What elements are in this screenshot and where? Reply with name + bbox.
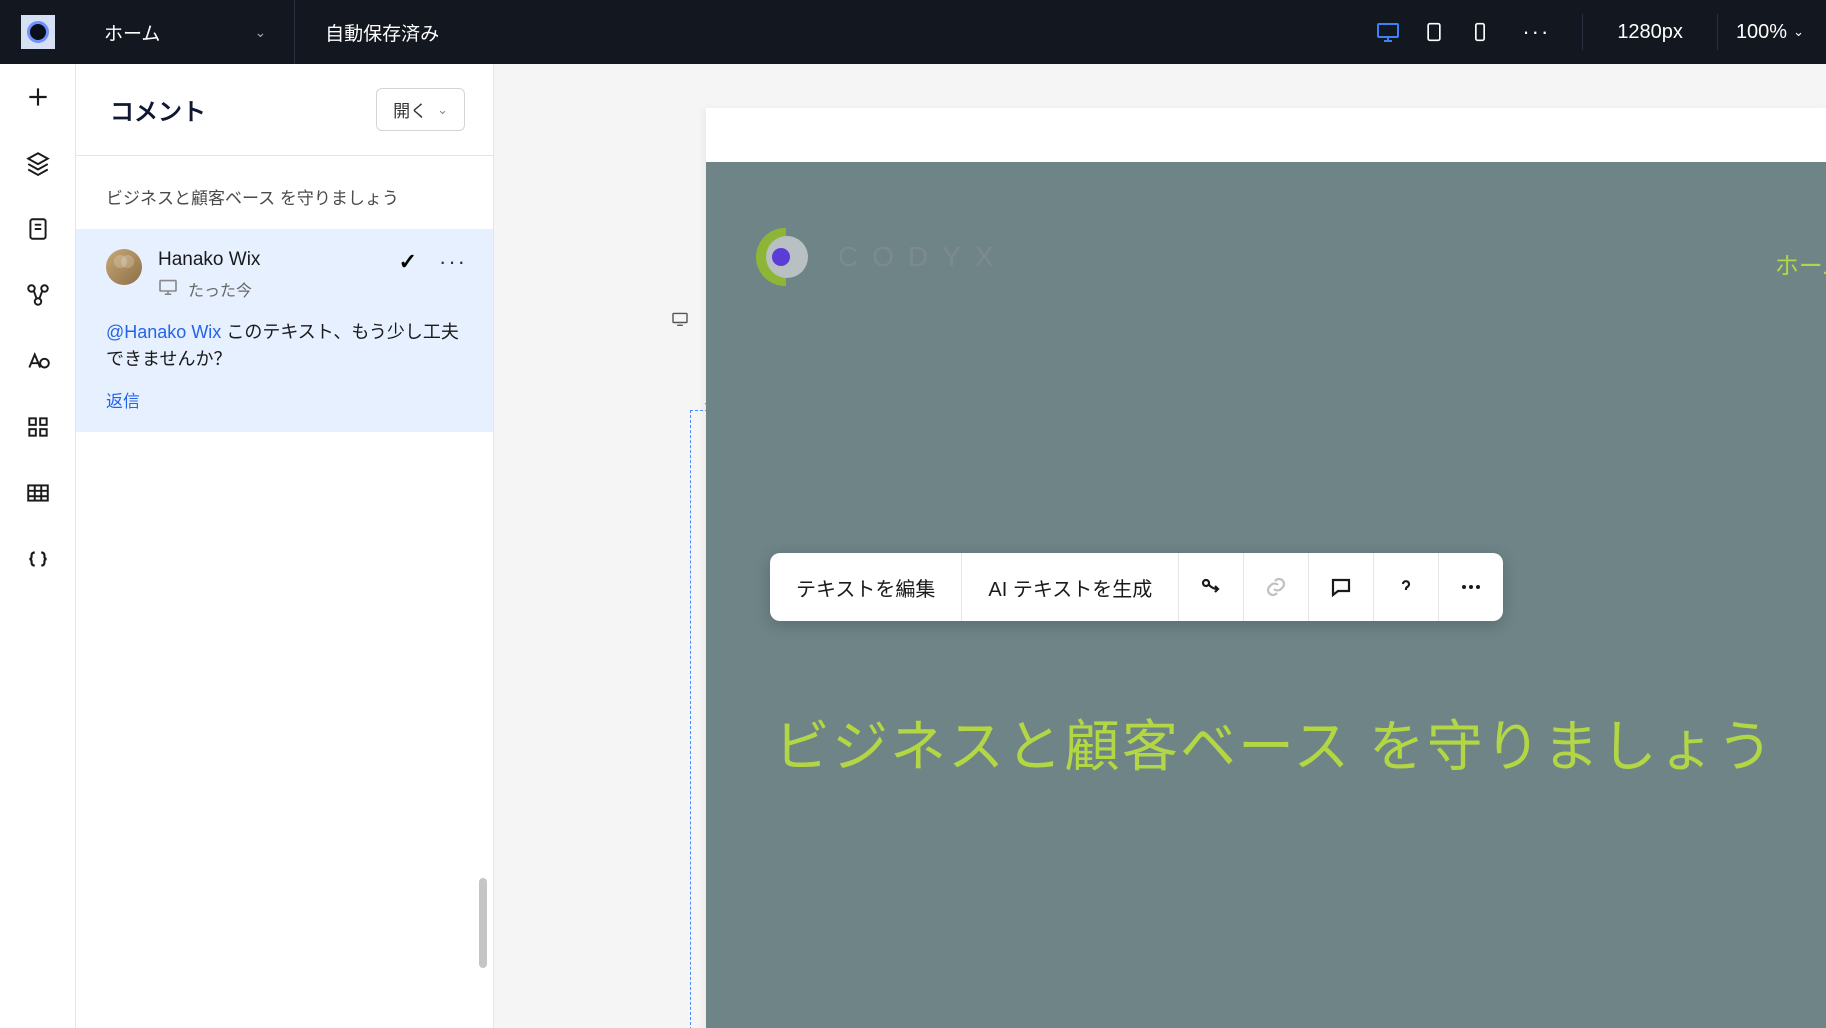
comment-icon[interactable] bbox=[1309, 553, 1374, 621]
comment-time: たった今 bbox=[158, 277, 383, 301]
filter-dropdown[interactable]: 開く ⌄ bbox=[376, 88, 465, 131]
site-header: CODYX ホーム bbox=[706, 108, 1826, 358]
reply-link[interactable]: 返信 bbox=[106, 387, 140, 412]
more-devices-icon[interactable]: ··· bbox=[1512, 19, 1560, 45]
canvas-width[interactable]: 1280px bbox=[1591, 21, 1709, 44]
comment-item[interactable]: Hanako Wix たった今 ✓ ··· @Hanako Wix このテキスト… bbox=[76, 229, 493, 432]
top-bar: ホーム ⌄ 自動保存済み ··· 1280px 100% ⌄ bbox=[0, 0, 1826, 64]
tablet-icon[interactable] bbox=[1420, 21, 1448, 43]
site-body bbox=[706, 358, 1826, 1028]
code-icon[interactable] bbox=[23, 544, 53, 574]
add-icon[interactable] bbox=[23, 82, 53, 112]
comments-panel: コメント 開く ⌄ ビジネスと顧客ベース を守りましょう Hanako Wix … bbox=[76, 64, 494, 1028]
desktop-icon bbox=[158, 279, 178, 300]
brand: CODYX bbox=[756, 228, 1008, 286]
page-icon[interactable] bbox=[23, 214, 53, 244]
brand-name: CODYX bbox=[838, 241, 1008, 273]
comment-body: @Hanako Wix このテキスト、もう少し工夫できませんか？ bbox=[106, 319, 467, 373]
page-dropdown[interactable]: ホーム ⌄ bbox=[76, 0, 295, 64]
mention[interactable]: @Hanako Wix bbox=[106, 322, 221, 342]
comment-author: Hanako Wix bbox=[158, 249, 383, 271]
chevron-down-icon: ⌄ bbox=[1793, 24, 1804, 40]
apps-icon[interactable] bbox=[23, 412, 53, 442]
filter-heading: ビジネスと顧客ベース を守りましょう bbox=[76, 156, 493, 229]
page-dropdown-label: ホーム bbox=[104, 19, 160, 46]
animation-icon[interactable] bbox=[1179, 553, 1244, 621]
chevron-down-icon: ⌄ bbox=[254, 24, 266, 41]
save-status: 自動保存済み bbox=[295, 19, 469, 46]
typography-icon[interactable] bbox=[23, 346, 53, 376]
resolve-icon[interactable]: ✓ bbox=[399, 249, 417, 275]
canvas-area[interactable]: デスクトップ（最大） CODYX ホーム セクション bbox=[494, 64, 1826, 1028]
avatar bbox=[106, 249, 142, 285]
table-icon[interactable] bbox=[23, 478, 53, 508]
app-logo[interactable] bbox=[0, 0, 76, 64]
nav-home-link[interactable]: ホーム bbox=[1775, 246, 1826, 281]
left-rail bbox=[0, 64, 76, 1028]
connections-icon[interactable] bbox=[23, 280, 53, 310]
more-icon[interactable] bbox=[1439, 553, 1503, 621]
mobile-icon[interactable] bbox=[1466, 21, 1494, 43]
element-toolbar: テキストを編集 AI テキストを生成 bbox=[770, 553, 1503, 621]
scrollbar[interactable] bbox=[479, 878, 487, 968]
chevron-down-icon: ⌄ bbox=[437, 102, 448, 118]
panel-title: コメント bbox=[110, 92, 206, 127]
more-icon[interactable]: ··· bbox=[439, 249, 467, 275]
device-switcher: ··· bbox=[1374, 19, 1574, 45]
desktop-icon bbox=[670, 312, 690, 326]
desktop-icon[interactable] bbox=[1374, 21, 1402, 43]
edit-text-button[interactable]: テキストを編集 bbox=[770, 553, 962, 621]
link-icon[interactable] bbox=[1244, 553, 1309, 621]
zoom-level[interactable]: 100% ⌄ bbox=[1726, 21, 1826, 44]
hero-heading[interactable]: ビジネスと顧客ベース を守りましょう bbox=[774, 694, 1775, 800]
brand-logo-icon bbox=[756, 228, 814, 286]
help-icon[interactable] bbox=[1374, 553, 1439, 621]
ai-text-button[interactable]: AI テキストを生成 bbox=[962, 553, 1179, 621]
layers-icon[interactable] bbox=[23, 148, 53, 178]
